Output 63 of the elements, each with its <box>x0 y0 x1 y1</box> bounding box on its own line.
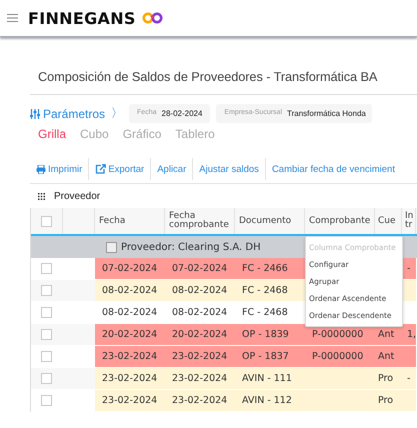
parameters-toggle[interactable]: Parámetros <box>30 106 106 120</box>
row-checkbox[interactable] <box>41 351 52 362</box>
row-checkbox[interactable] <box>41 285 52 296</box>
table-cell-text: AVIN - 111 <box>241 372 293 386</box>
row-checkbox[interactable] <box>41 373 52 384</box>
brand-logo: FINNEGANS <box>28 8 136 28</box>
sliders-icon <box>30 108 40 118</box>
table-cell-text: FC - 2468 <box>241 306 289 320</box>
toolbar-button[interactable]: Cambiar fecha de vencimient <box>266 158 395 180</box>
table-cell-text: - <box>406 372 412 386</box>
group-checkbox[interactable] <box>106 242 117 252</box>
row-checkbox[interactable] <box>41 329 52 340</box>
table-cell-text: Ant <box>377 350 396 364</box>
table-cell-text: OP - 1839 <box>241 328 290 342</box>
column-header[interactable]: Cue <box>375 208 402 234</box>
toolbar-button[interactable]: Imprimir <box>30 158 90 180</box>
export-icon <box>95 164 106 174</box>
table-cell-text: FC - 2466 <box>241 262 289 276</box>
table-cell-text: 1, <box>406 328 416 342</box>
group-by-label: Proveedor <box>54 191 100 202</box>
table-cell-text: P-0000000 <box>311 328 364 342</box>
column-header[interactable]: Fecha comprobante <box>165 208 235 234</box>
row-checkbox[interactable] <box>41 395 52 406</box>
menu-icon[interactable] <box>7 14 18 22</box>
table-cell-text: 23-02-2024 <box>171 394 228 408</box>
table-cell-text: 23-02-2024 <box>101 350 158 364</box>
table-cell-text: P-0000000 <box>311 350 364 364</box>
table-cell-text: 08-02-2024 <box>101 306 158 320</box>
table-cell-text: Pro <box>377 394 394 408</box>
column-header[interactable]: Fecha <box>95 208 165 234</box>
table-cell-text: - <box>406 262 412 276</box>
table-cell-text: 07-02-2024 <box>171 262 228 276</box>
table-cell-text: 07-02-2024 <box>101 262 158 276</box>
row-checkbox[interactable] <box>41 263 52 274</box>
toolbar-button[interactable]: Aplicar <box>151 158 194 180</box>
column-header[interactable]: Documento <box>235 208 305 234</box>
table-cell-text: 08-02-2024 <box>101 284 158 298</box>
table-cell-text: 20-02-2024 <box>101 328 158 342</box>
table-cell-text: 08-02-2024 <box>171 306 228 320</box>
table-cell-text: 23-02-2024 <box>171 350 228 364</box>
table-cell-text: 08-02-2024 <box>171 284 228 298</box>
toolbar-button[interactable]: Exportar <box>89 158 152 180</box>
table-cell-text: 23-02-2024 <box>101 372 158 386</box>
table-cell-text: OP - 1837 <box>241 350 290 364</box>
table-cell-text: Pro <box>377 372 394 386</box>
infinity-icon <box>142 12 164 24</box>
print-icon <box>36 164 46 174</box>
table-cell-text: 23-02-2024 <box>171 372 228 386</box>
column-header[interactable]: In tr <box>402 208 416 234</box>
row-checkbox[interactable] <box>41 307 52 318</box>
table-cell-text: Ant <box>377 328 396 342</box>
column-header[interactable]: Comprobante <box>305 208 375 234</box>
group-label: Proveedor: Clearing S.A. DH <box>121 242 261 252</box>
view-tab[interactable]: Grilla <box>38 127 66 141</box>
table-cell-text: FC - 2468 <box>241 284 289 298</box>
grid-icon <box>38 193 45 200</box>
toolbar-button[interactable]: Ajustar saldos <box>193 158 266 180</box>
select-all-checkbox[interactable] <box>41 216 52 226</box>
chevron[interactable]: 〉 <box>111 105 124 122</box>
table-cell-text: AVIN - 112 <box>241 394 293 408</box>
table-cell-text: 20-02-2024 <box>171 328 228 342</box>
page-title: Composición de Saldos de Proveedores - Transformática BA <box>38 69 378 84</box>
table-cell-text: 23-02-2024 <box>101 394 158 408</box>
